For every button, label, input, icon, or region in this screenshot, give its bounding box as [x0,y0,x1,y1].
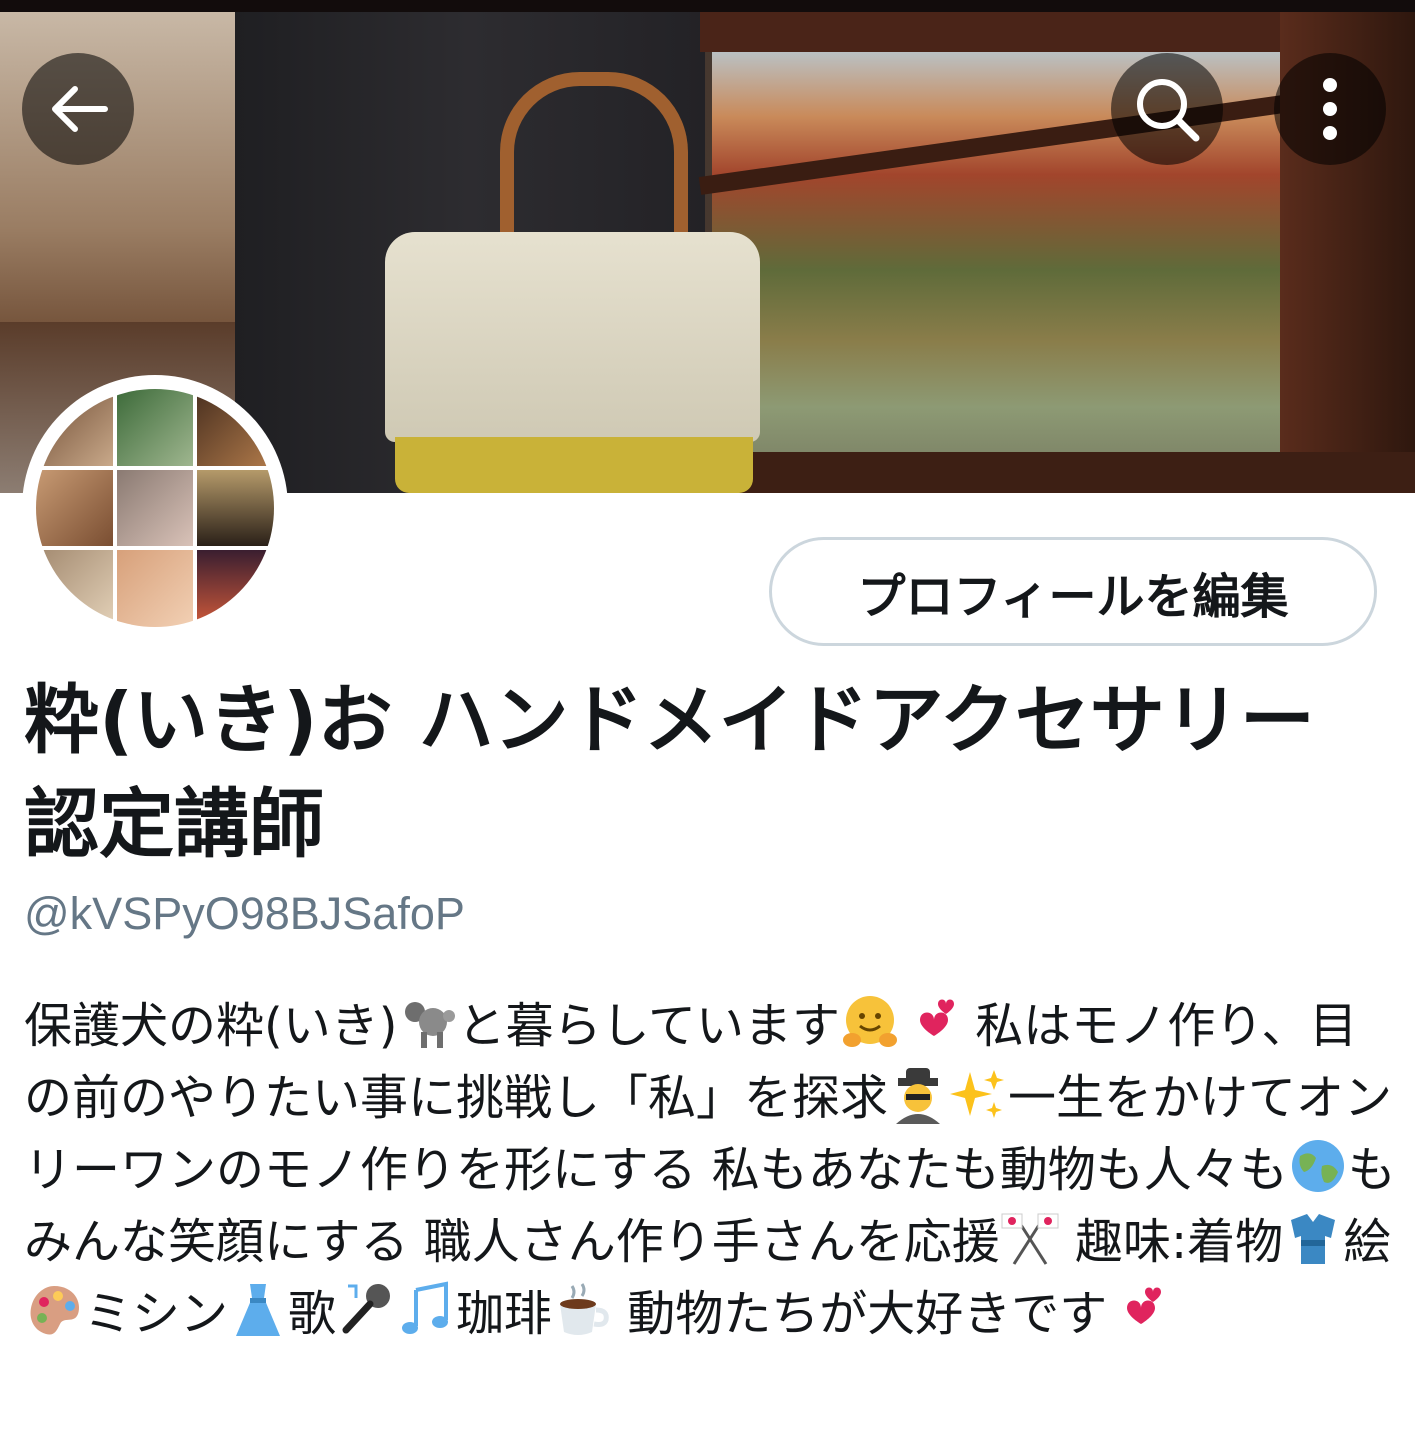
bio-text: 趣味:着物 [1059,1214,1284,1270]
music-notes-icon [396,1280,456,1340]
bio-text: 絵 [1343,1214,1392,1270]
hugging-face-icon [840,992,900,1052]
more-vertical-icon [1323,78,1337,140]
display-name: 粋(いき)お ハンドメイドアクセサリー認定講師 [24,676,1315,868]
kimono-icon [1283,1208,1343,1268]
dress-icon [228,1280,288,1340]
avatar-tile [116,389,194,466]
bio-text: 保護犬の粋(いき) [24,998,398,1054]
bio-text: 動物たちが大好きです [612,1286,1108,1342]
profile-bio: 保護犬の粋(いき) と暮らしています 私はモノ作り、目の前のやりたい事に挑戦し「私… [24,990,1399,1350]
back-button[interactable] [22,53,134,165]
microphone-icon [336,1280,396,1340]
status-bar [0,0,1415,12]
edit-profile-button[interactable]: プロフィールを編集 [769,537,1377,646]
poodle-icon [397,992,457,1052]
two-hearts-icon [1107,1280,1167,1340]
two-hearts-icon [900,992,960,1052]
avatar-tile [36,469,113,547]
palette-icon [24,1280,84,1340]
user-handle: @kVSPyO98BJSafoP [24,888,465,939]
detective-icon [888,1064,948,1124]
more-options-button[interactable] [1274,53,1386,165]
bio-text: 歌 [288,1286,337,1342]
search-icon [1137,79,1200,142]
sparkles-icon [948,1064,1008,1124]
avatar-tile [36,550,113,627]
arrow-left-icon [52,86,108,132]
globe-icon [1288,1136,1348,1196]
bio-text: 珈琲 [456,1286,553,1342]
avatar-tile [197,469,274,547]
search-button[interactable] [1111,53,1223,165]
avatar-tile [197,550,274,627]
bio-text: ミシン [84,1286,229,1342]
crossed-flags-icon [1000,1208,1060,1268]
avatar-tile [116,550,194,627]
bio-text: と暮らしています [457,998,841,1054]
avatar[interactable] [22,375,288,641]
coffee-icon [552,1280,612,1340]
avatar-tile [116,469,194,547]
